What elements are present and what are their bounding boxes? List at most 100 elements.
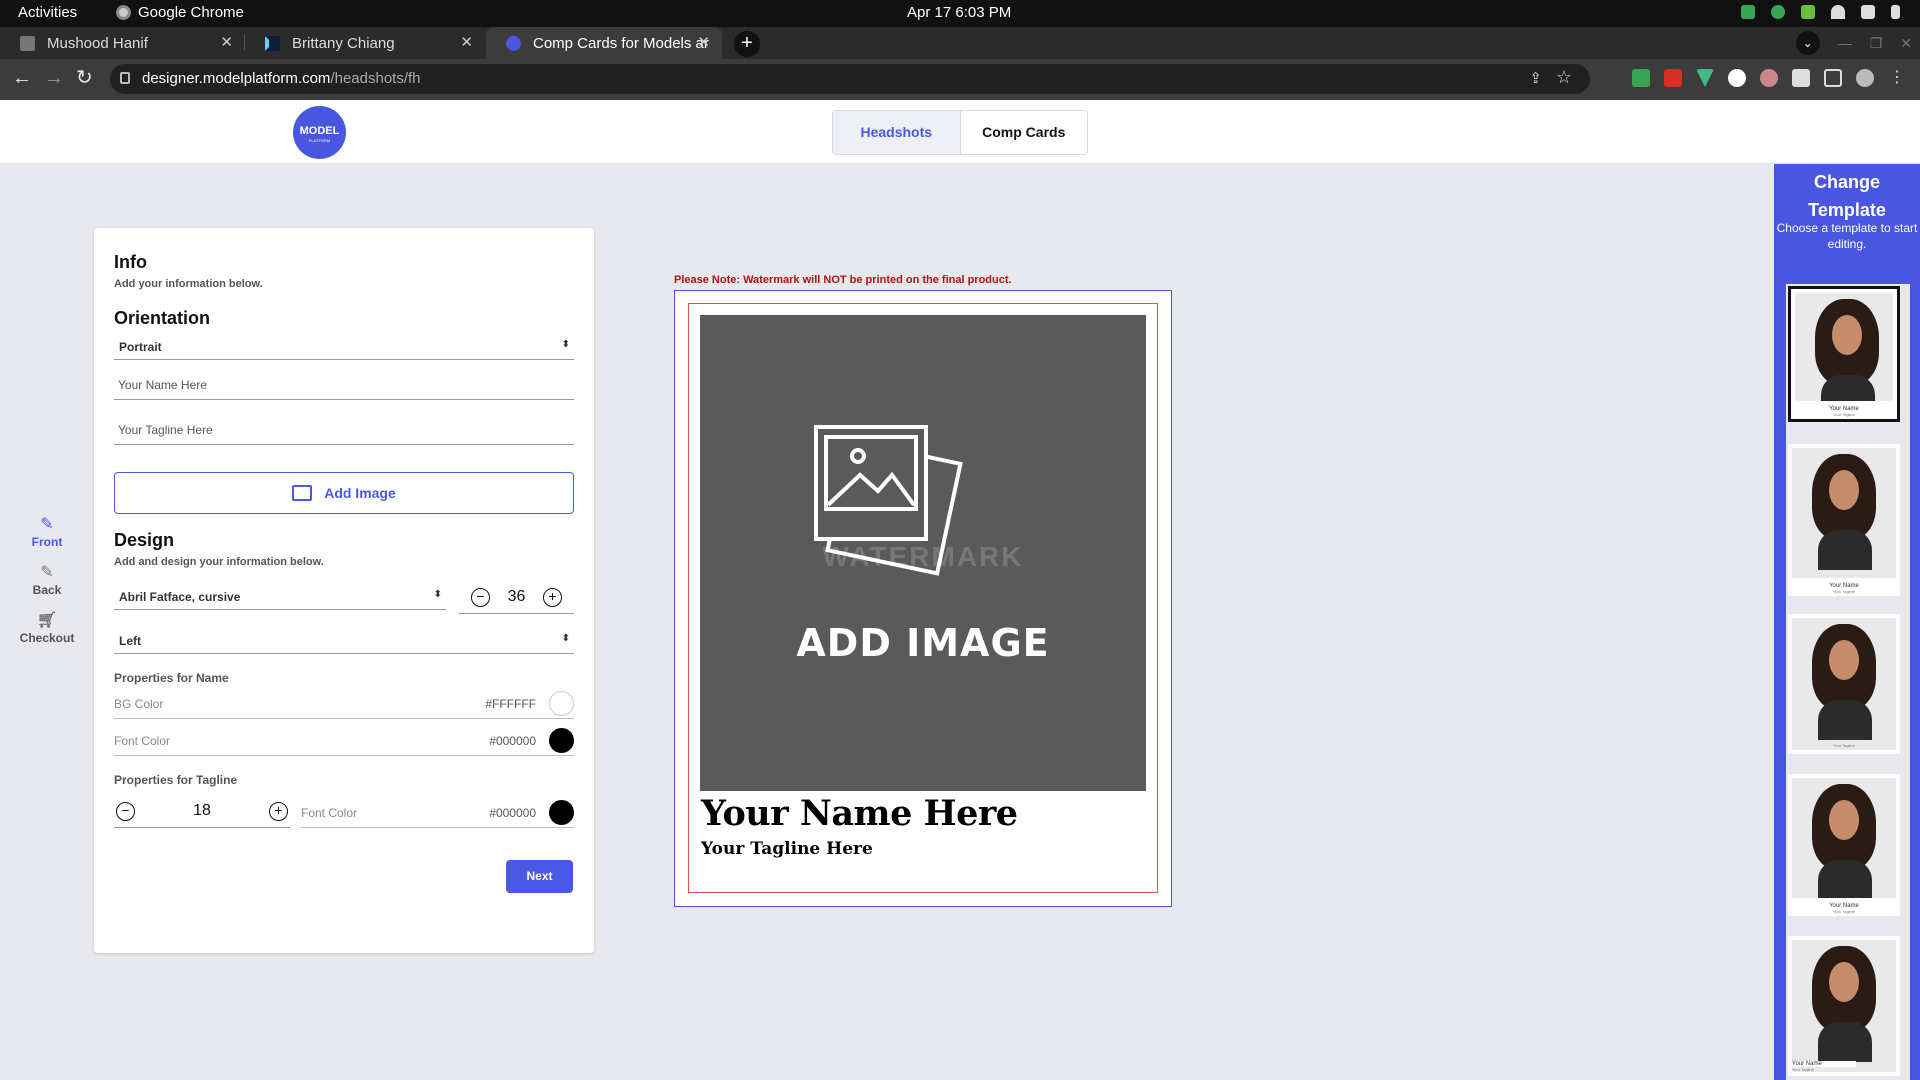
tab-search-icon[interactable]: ⌄ [1795, 31, 1820, 55]
gmail-icon[interactable] [1664, 69, 1682, 87]
template-sidebar-subtitle: Choose a template to start editing. [1776, 221, 1918, 251]
tab-title: Brittany Chiang [292, 34, 395, 52]
close-tab-icon[interactable]: ✕ [220, 33, 233, 51]
orientation-select[interactable]: Portrait ⬍ [114, 336, 574, 360]
sidepanel-icon[interactable] [1824, 69, 1842, 87]
template-name: Your Name [1829, 736, 1859, 742]
system-tray[interactable] [1741, 5, 1900, 19]
increase-icon[interactable]: + [543, 588, 562, 607]
tagline-font-color-swatch[interactable] [549, 800, 574, 825]
close-tab-icon[interactable]: ✕ [460, 33, 473, 51]
lock-icon [120, 72, 130, 84]
tagline-font-size-stepper: − 18 + [114, 796, 290, 828]
add-image-label: Add Image [324, 485, 396, 501]
tagline-font-color-label: Font Color [301, 806, 358, 820]
design-subtitle: Add and design your information below. [114, 556, 324, 568]
nav-front-label: Front [31, 535, 63, 549]
extension-circle-icon[interactable] [1728, 69, 1746, 87]
minimize-icon[interactable]: — [1838, 35, 1852, 51]
wifi-icon [1831, 5, 1845, 19]
card-preview: WATERMARK ADD IMAGE Your Name Here Your … [674, 290, 1172, 907]
browser-tab-mushood[interactable]: Mushood Hanif ✕ [0, 27, 245, 59]
image-icon [292, 485, 313, 501]
info-subtitle: Add your information below. [114, 278, 263, 290]
tagline-font-size-value[interactable]: 18 [114, 802, 290, 820]
template-tagline: Your Tagline [1833, 412, 1855, 417]
close-tab-icon[interactable]: ✕ [697, 33, 710, 51]
name-bg-color-swatch[interactable] [549, 691, 574, 716]
kebab-menu-icon[interactable]: ⋮ [1888, 69, 1906, 87]
template-card[interactable]: Your Name Your Tagline [1788, 936, 1900, 1076]
back-icon[interactable]: ← [12, 68, 32, 88]
nav-back[interactable]: ✎ Back [14, 563, 80, 597]
nav-checkout-label: Checkout [19, 631, 75, 645]
template-card[interactable]: Your Name Your Tagline [1788, 444, 1900, 596]
name-properties-label: Properties for Name [114, 671, 229, 685]
template-photo [1792, 940, 1896, 1072]
favicon-icon [506, 35, 521, 51]
tagline-font-color-field[interactable]: Font Color #000000 [301, 798, 574, 828]
template-card[interactable]: Your Name Your Tagline [1788, 286, 1900, 422]
nav-front[interactable]: ✎ Front [14, 515, 80, 549]
share-icon[interactable]: ⇪ [1529, 69, 1542, 87]
template-card[interactable]: Your Name Your Tagline [1788, 614, 1900, 754]
name-font-color-field[interactable]: Font Color #000000 [114, 726, 574, 756]
info-title: Info [114, 252, 147, 272]
select-arrows-icon: ⬍ [561, 633, 570, 644]
add-image-text: ADD IMAGE [796, 621, 1050, 665]
tab-comp-cards[interactable]: Comp Cards [961, 111, 1088, 154]
mode-tabs: Headshots Comp Cards [832, 110, 1088, 155]
browser-tab-brittany[interactable]: Brittany Chiang ✕ [245, 27, 485, 59]
increase-icon[interactable]: + [269, 802, 288, 821]
orientation-title: Orientation [114, 308, 211, 328]
address-bar[interactable]: designer.modelplatform.com/headshots/fh … [110, 64, 1590, 94]
browser-tab-comp-cards[interactable]: Comp Cards for Models ar ✕ [486, 27, 722, 59]
vue-icon[interactable] [1696, 69, 1714, 87]
info-panel: Info Add your information below. Orienta… [94, 228, 594, 953]
name-font-color-swatch[interactable] [549, 728, 574, 753]
logo[interactable]: MODEL PLATFORM [293, 106, 346, 159]
pencil-icon: ✎ [40, 564, 54, 581]
os-top-bar: Activities Google Chrome Apr 17 6:03 PM [0, 0, 1920, 27]
reload-icon[interactable]: ↻ [76, 68, 93, 88]
check-icon [1801, 5, 1815, 19]
extension-shield-icon[interactable] [1632, 69, 1650, 87]
template-list[interactable]: Your Name Your Tagline Your Name Your Ta… [1786, 284, 1910, 1080]
font-family-select[interactable]: Abril Fatface, cursive ⬍ [114, 586, 446, 610]
app-menu[interactable]: Google Chrome [116, 4, 244, 21]
add-image-button[interactable]: Add Image [114, 472, 574, 514]
alignment-select[interactable]: Left ⬍ [114, 630, 574, 654]
tagline-input[interactable]: Your Tagline Here [114, 417, 574, 445]
close-window-icon[interactable]: ✕ [1900, 35, 1912, 52]
template-tagline: Your Tagline [1792, 1067, 1814, 1072]
image-placeholder[interactable]: WATERMARK ADD IMAGE [700, 315, 1146, 791]
profile-avatar-icon[interactable] [1856, 69, 1874, 87]
preview-name[interactable]: Your Name Here [701, 793, 1018, 834]
tab-headshots[interactable]: Headshots [833, 111, 961, 154]
template-photo [1795, 293, 1893, 401]
maximize-icon[interactable]: ❐ [1870, 35, 1883, 52]
preview-tagline[interactable]: Your Tagline Here [701, 839, 873, 859]
chrome-icon [116, 5, 131, 20]
shield-icon [1741, 5, 1755, 19]
template-photo [1792, 618, 1896, 750]
status-dot-icon [1771, 5, 1785, 19]
new-tab-button[interactable]: + [734, 31, 760, 57]
template-photo [1792, 448, 1896, 578]
puzzle-icon[interactable] [1792, 69, 1810, 87]
extension-face-icon[interactable] [1760, 69, 1778, 87]
next-button[interactable]: Next [506, 860, 573, 893]
font-family-value: Abril Fatface, cursive [119, 590, 241, 604]
select-arrows-icon: ⬍ [561, 339, 570, 350]
name-bg-color-field[interactable]: BG Color #FFFFFF [114, 689, 574, 719]
nav-checkout[interactable]: 🛒︎ Checkout [14, 611, 80, 645]
name-input[interactable]: Your Name Here [114, 372, 574, 400]
name-font-color-label: Font Color [114, 734, 171, 748]
clock[interactable]: Apr 17 6:03 PM [907, 4, 1011, 21]
name-bg-color-label: BG Color [114, 697, 164, 711]
template-card[interactable]: Your Name Your Tagline [1788, 774, 1900, 916]
template-sidebar-title: Change Template [1808, 172, 1886, 220]
activities-button[interactable]: Activities [18, 4, 77, 21]
bookmark-star-icon[interactable]: ☆ [1556, 67, 1572, 88]
forward-icon[interactable]: → [44, 68, 64, 88]
